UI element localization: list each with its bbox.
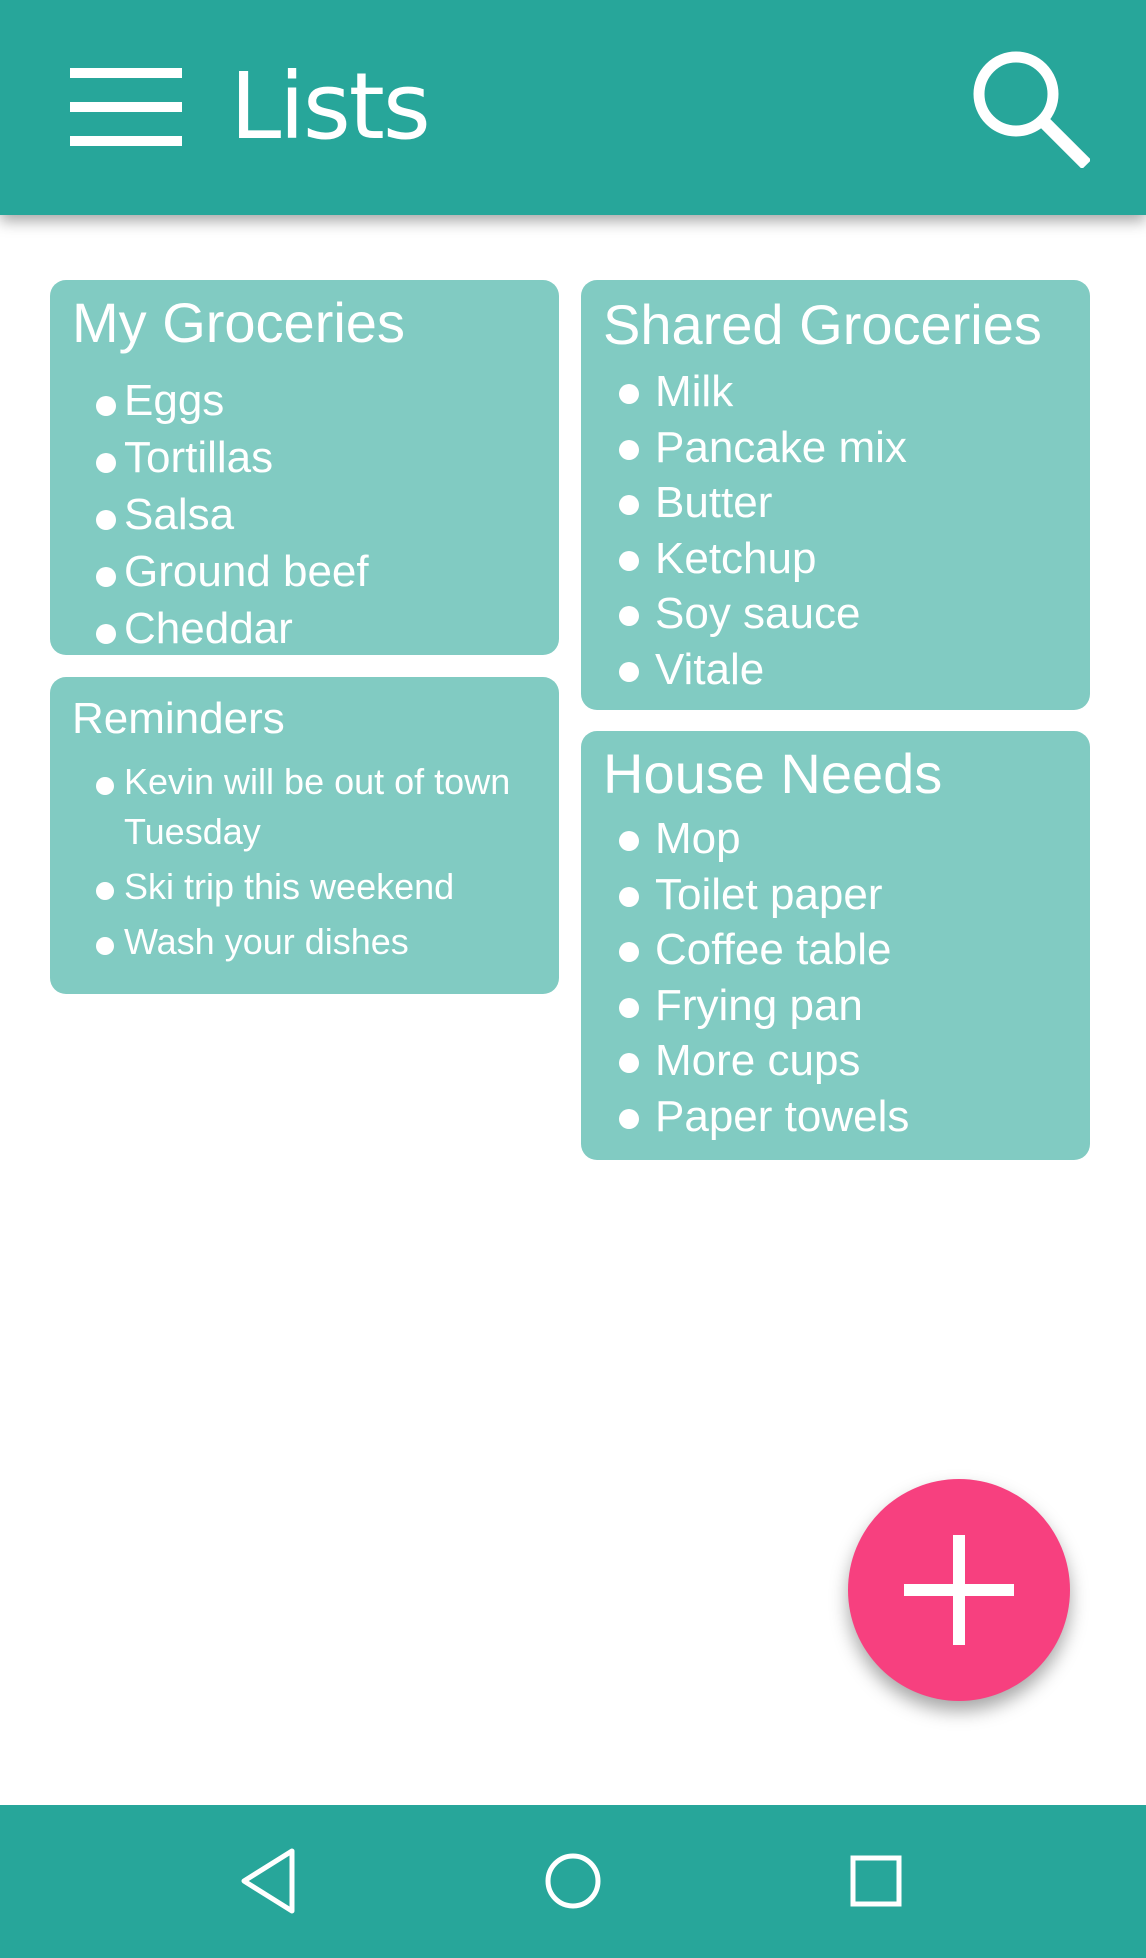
list-card-reminders[interactable]: Reminders Kevin will be out of town Tues… [50, 677, 559, 994]
add-list-button[interactable] [848, 1479, 1070, 1701]
bullet-icon [619, 439, 639, 460]
page-title: Lists [230, 53, 431, 160]
list-item: Paper towels [619, 1089, 909, 1145]
list-item: Milk [619, 364, 907, 420]
home-icon[interactable] [533, 1841, 613, 1921]
list-item: Ski trip this weekend [96, 862, 536, 912]
bullet-icon [619, 831, 639, 851]
bullet-icon [619, 495, 639, 515]
list-card-house-needs[interactable]: House Needs Mop Toilet paper Coffee tabl… [581, 731, 1090, 1160]
card-title: House Needs [603, 742, 943, 805]
bullet-icon [619, 550, 639, 571]
list-card-my-groceries[interactable]: My Groceries Eggs Tortillas Salsa Ground… [50, 280, 559, 655]
list-item: Mop [619, 811, 909, 867]
bullet-icon [619, 1053, 639, 1073]
bullet-icon [96, 777, 114, 795]
bullet-icon [619, 661, 639, 682]
list-item: Ground beef [96, 543, 369, 600]
back-icon[interactable] [230, 1841, 310, 1921]
list-item: Tortillas [96, 429, 369, 486]
list-item: Salsa [96, 486, 369, 543]
card-title: Shared Groceries [603, 293, 1042, 356]
list-item: Pancake mix [619, 420, 907, 476]
list-item: Frying pan [619, 978, 909, 1034]
card-title: My Groceries [72, 291, 405, 354]
card-items: Mop Toilet paper Coffee table Frying pan… [619, 811, 909, 1144]
list-item: Eggs [96, 372, 369, 429]
app-bar: Lists [0, 0, 1146, 215]
card-title: Reminders [72, 694, 285, 743]
bullet-icon [96, 882, 114, 900]
bullet-icon [619, 997, 639, 1018]
bullet-icon [96, 396, 116, 416]
bullet-icon [96, 453, 116, 473]
search-icon[interactable] [966, 44, 1090, 168]
bullet-icon [96, 567, 116, 587]
list-card-shared-groceries[interactable]: Shared Groceries Milk Pancake mix Butter… [581, 280, 1090, 710]
bullet-icon [96, 624, 116, 644]
list-item: Coffee table [619, 922, 909, 978]
bullet-icon [96, 937, 114, 955]
list-item: Wash your dishes [96, 917, 536, 967]
bullet-icon [619, 886, 639, 907]
card-items: Eggs Tortillas Salsa Ground beef Cheddar [96, 372, 369, 657]
list-item: Cheddar [96, 600, 369, 657]
bullet-icon [619, 606, 639, 626]
card-items: Milk Pancake mix Butter Ketchup Soy sauc… [619, 364, 907, 697]
list-item: Vitale [619, 642, 907, 698]
list-item: More cups [619, 1033, 909, 1089]
list-item: Kevin will be out of town Tuesday [96, 757, 536, 857]
card-items: Kevin will be out of town Tuesday Ski tr… [96, 757, 536, 972]
bullet-icon [619, 1108, 639, 1129]
list-item: Ketchup [619, 531, 907, 587]
bullet-icon [619, 942, 639, 962]
list-item: Toilet paper [619, 867, 909, 923]
recents-icon[interactable] [836, 1841, 916, 1921]
hamburger-menu-icon[interactable] [70, 68, 182, 146]
bullet-icon [619, 384, 639, 404]
bullet-icon [96, 510, 116, 530]
system-nav-bar [0, 1805, 1146, 1958]
list-item: Butter [619, 475, 907, 531]
list-item: Soy sauce [619, 586, 907, 642]
